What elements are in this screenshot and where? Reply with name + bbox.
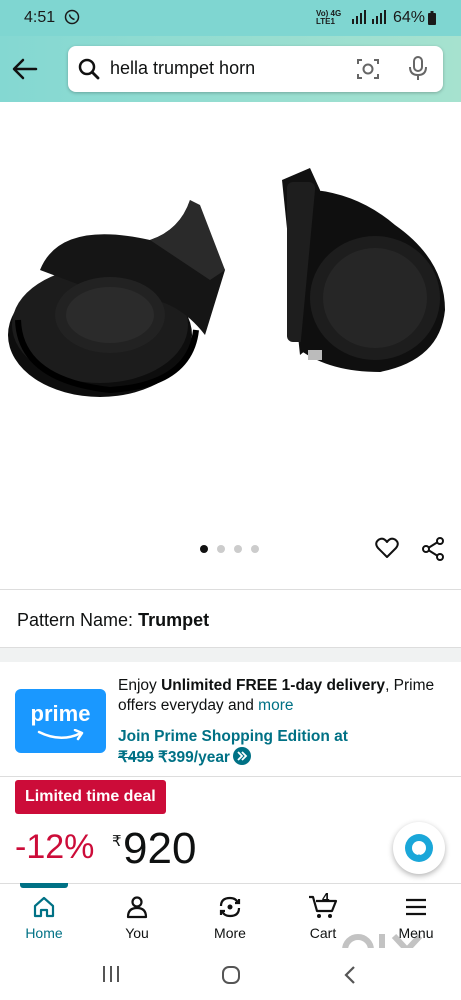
- status-bar: 4:51 Vo) 4G LTE1 64%: [0, 0, 461, 36]
- divider: [0, 589, 461, 590]
- clock: 4:51: [24, 9, 56, 26]
- system-navigation-bar: [0, 948, 461, 1000]
- prime-text-bold: Unlimited FREE 1-day delivery: [161, 677, 386, 694]
- prime-new-price[interactable]: ₹399/year: [158, 749, 230, 766]
- search-bar[interactable]: hella trumpet horn: [68, 46, 443, 92]
- nav-home[interactable]: Home: [9, 893, 79, 941]
- nav-more[interactable]: More: [195, 893, 265, 941]
- price: 920: [123, 824, 197, 873]
- prime-old-price: ₹499: [118, 749, 154, 766]
- recent-apps-icon[interactable]: [101, 965, 121, 988]
- network-label: Vo) 4G LTE1: [316, 9, 342, 26]
- currency-symbol: ₹: [112, 833, 122, 850]
- cart-icon: 4: [288, 890, 358, 921]
- home-circle-icon[interactable]: [221, 965, 241, 990]
- signal-icon: [352, 10, 388, 29]
- chevron-right-icon[interactable]: [232, 747, 251, 765]
- user-icon: [102, 893, 172, 921]
- menu-icon: [381, 893, 451, 921]
- product-image[interactable]: [0, 150, 461, 410]
- back-nav-icon[interactable]: [343, 965, 357, 990]
- camera-search-icon[interactable]: [356, 57, 380, 86]
- carousel-dot[interactable]: [251, 545, 259, 553]
- search-icon: [78, 58, 100, 85]
- pattern-name: Pattern Name: Trumpet: [17, 610, 209, 631]
- share-icon[interactable]: [421, 537, 445, 566]
- section-gap: [0, 648, 461, 662]
- carousel-dot-active[interactable]: [200, 545, 208, 553]
- cart-count-badge: 4: [322, 890, 330, 905]
- active-tab-indicator: [20, 883, 68, 888]
- pattern-label: Pattern Name:: [17, 610, 134, 630]
- prime-offer-text: Enjoy Unlimited FREE 1-day delivery, Pri…: [118, 676, 448, 716]
- back-arrow-icon[interactable]: [10, 56, 40, 82]
- nav-you-label: You: [125, 925, 149, 941]
- prime-logo-text: prime: [30, 701, 91, 726]
- alexa-icon: [405, 834, 433, 862]
- prime-text-pre: Enjoy: [118, 677, 162, 694]
- alexa-button[interactable]: [393, 822, 445, 874]
- pattern-value: Trumpet: [138, 610, 210, 630]
- search-input[interactable]: hella trumpet horn: [110, 58, 255, 79]
- divider: [0, 776, 461, 777]
- prime-join-text[interactable]: Join Prime Shopping Edition at: [118, 728, 348, 745]
- nav-more-label: More: [214, 925, 246, 941]
- carousel-dot[interactable]: [217, 545, 225, 553]
- nav-home-label: Home: [25, 925, 63, 941]
- nav-you[interactable]: You: [102, 893, 172, 941]
- limited-deal-badge: Limited time deal: [15, 780, 166, 814]
- carousel-dot[interactable]: [234, 545, 242, 553]
- discount-percent: -12%: [15, 828, 95, 866]
- battery-icon: [428, 11, 436, 30]
- horn-left-graphic: [8, 200, 225, 397]
- prime-join-link[interactable]: Join Prime Shopping Edition at ₹499 ₹399…: [118, 727, 348, 768]
- whatsapp-icon: [64, 9, 80, 30]
- more-icon: [195, 893, 265, 921]
- prime-logo[interactable]: prime: [15, 689, 106, 753]
- home-icon: [9, 893, 79, 921]
- battery-percent: 64%: [393, 9, 426, 26]
- prime-more-link[interactable]: more: [258, 697, 293, 714]
- image-carousel-dots[interactable]: [200, 545, 259, 553]
- microphone-icon[interactable]: [408, 56, 428, 87]
- search-header: hella trumpet horn: [0, 36, 461, 102]
- horn-right-graphic: [282, 168, 445, 372]
- heart-icon[interactable]: [375, 537, 399, 564]
